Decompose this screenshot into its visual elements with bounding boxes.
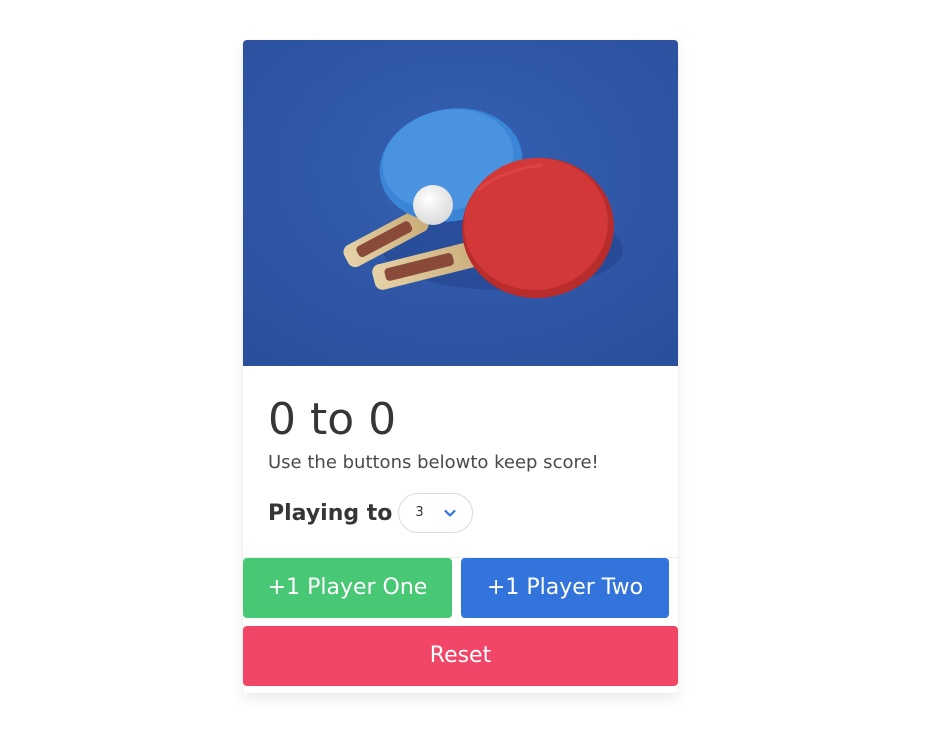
playing-to-selected-value: 3 [415, 505, 424, 520]
ping-pong-image [243, 40, 678, 366]
playing-to-label: Playing to [268, 500, 393, 526]
playing-to-row: Playing to 3 [268, 492, 474, 534]
instructions-text: Use the buttons belowto keep score! [268, 452, 599, 473]
playing-to-select[interactable]: 3 [398, 493, 474, 533]
reset-button[interactable]: Reset [243, 626, 678, 686]
score-display: 0 to 0 [268, 394, 397, 445]
player-one-increment-button[interactable]: +1 Player One [243, 558, 452, 618]
scorekeeper-card: 0 to 0 Use the buttons belowto keep scor… [243, 40, 678, 693]
player-two-increment-button[interactable]: +1 Player Two [461, 558, 669, 618]
chevron-down-icon [444, 509, 457, 517]
